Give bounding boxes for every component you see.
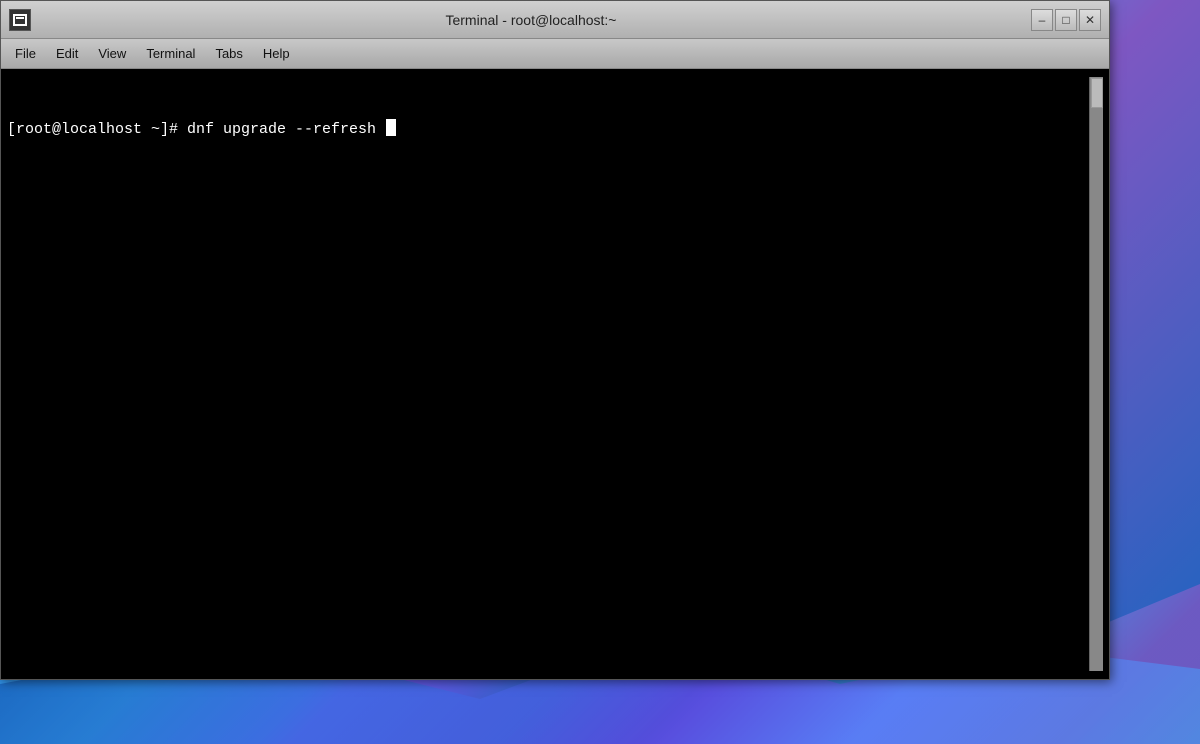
terminal-cursor <box>386 119 396 136</box>
menu-tabs[interactable]: Tabs <box>205 44 252 63</box>
command-text: dnf upgrade --refresh <box>187 119 385 140</box>
menu-view[interactable]: View <box>88 44 136 63</box>
menu-file[interactable]: File <box>5 44 46 63</box>
minimize-button[interactable]: – <box>1031 9 1053 31</box>
menu-help[interactable]: Help <box>253 44 300 63</box>
menu-terminal[interactable]: Terminal <box>136 44 205 63</box>
menu-edit[interactable]: Edit <box>46 44 88 63</box>
scrollbar-thumb[interactable] <box>1091 78 1103 108</box>
scrollbar-track[interactable] <box>1089 77 1103 671</box>
maximize-button[interactable]: □ <box>1055 9 1077 31</box>
terminal-prompt-line: [root@localhost ~]# dnf upgrade --refres… <box>7 119 1089 140</box>
menu-bar: File Edit View Terminal Tabs Help <box>1 39 1109 69</box>
terminal-icon <box>13 14 27 26</box>
window-title: Terminal - root@localhost:~ <box>31 12 1031 28</box>
title-bar: Terminal - root@localhost:~ – □ ✕ <box>1 1 1109 39</box>
terminal-window: Terminal - root@localhost:~ – □ ✕ File E… <box>0 0 1110 680</box>
terminal-output: [root@localhost ~]# dnf upgrade --refres… <box>7 77 1089 671</box>
close-button[interactable]: ✕ <box>1079 9 1101 31</box>
terminal-body[interactable]: [root@localhost ~]# dnf upgrade --refres… <box>1 69 1109 679</box>
window-icon <box>9 9 31 31</box>
window-controls: – □ ✕ <box>1031 9 1101 31</box>
prompt-text: [root@localhost ~]# <box>7 119 187 140</box>
